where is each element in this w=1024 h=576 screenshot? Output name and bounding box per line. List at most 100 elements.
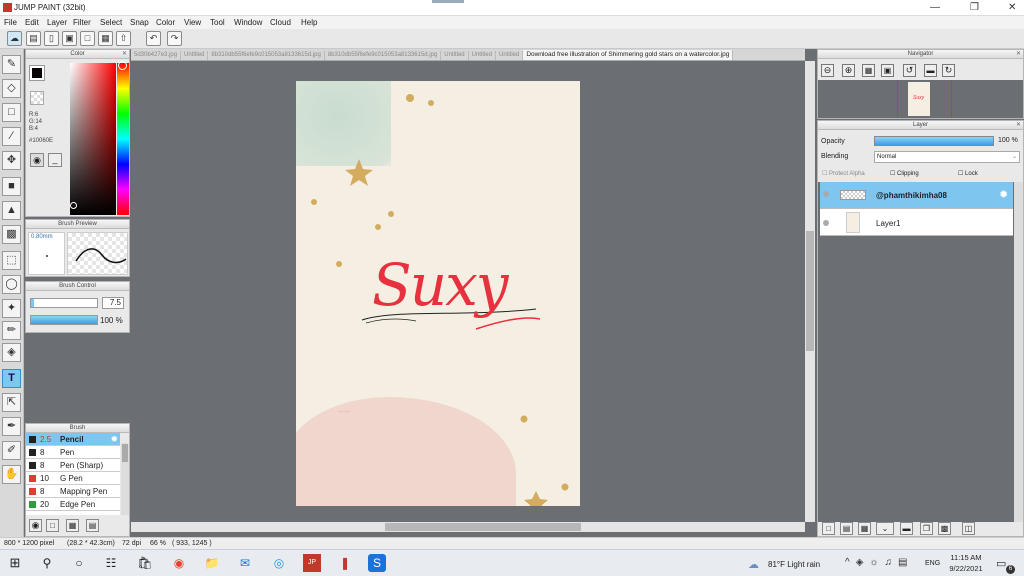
new-raster-layer-icon[interactable]: ▤ [840, 522, 853, 535]
text-tool-icon[interactable]: T [2, 369, 21, 388]
save-icon[interactable]: ▣ [62, 31, 77, 46]
menu-help[interactable]: Help [301, 18, 317, 27]
new-text-layer-icon[interactable]: ▦ [858, 522, 871, 535]
menu-file[interactable]: File [4, 18, 17, 27]
vscroll-thumb[interactable] [806, 231, 814, 351]
eyedropper-tool-icon[interactable]: ✒ [2, 417, 21, 436]
canvas-area[interactable]: ~~~~~~~ Suxy [131, 61, 805, 522]
menu-view[interactable]: View [184, 18, 201, 27]
line-tool-icon[interactable]: ∕ [2, 127, 21, 146]
redo-icon[interactable]: ↷ [167, 31, 182, 46]
document-canvas[interactable]: ~~~~~~~ Suxy [296, 81, 580, 506]
brush-options-icon[interactable]: ◉ [29, 519, 42, 532]
app-taskbar-icon[interactable]: ❚ [336, 554, 354, 572]
jump-paint-taskbar-icon[interactable]: JP [303, 554, 321, 572]
brush-item-pencil[interactable]: 2.5 Pencil ✹ [26, 433, 120, 446]
hue-cursor[interactable] [118, 61, 127, 70]
language-indicator[interactable]: ENG [925, 560, 940, 567]
brush-size-slider[interactable] [30, 298, 98, 308]
notification-icon[interactable]: ▭ [996, 557, 1006, 570]
rect-tool-icon[interactable]: □ [2, 103, 21, 122]
layer-scrollbar[interactable] [1014, 182, 1023, 522]
layer-row[interactable]: Layer1 [820, 209, 1013, 236]
maximize-icon[interactable]: ❐ [970, 2, 979, 13]
visibility-icon[interactable] [823, 220, 829, 226]
menu-edit[interactable]: Edit [25, 18, 39, 27]
brush-add-icon[interactable]: □ [46, 519, 59, 532]
brush-list-scrollbar[interactable] [121, 443, 129, 515]
rotate-right-icon[interactable]: ↻ [942, 64, 955, 77]
doc-tab[interactable]: Untitled [181, 51, 209, 60]
rotate-left-icon[interactable]: ↺ [903, 64, 916, 77]
visibility-icon[interactable] [823, 191, 829, 197]
doc-tab[interactable]: Untitled [469, 51, 496, 60]
search-icon[interactable]: ⚲ [38, 554, 56, 572]
actual-size-icon[interactable]: ▣ [881, 64, 894, 77]
menu-select[interactable]: Select [100, 18, 122, 27]
saturation-value-picker[interactable] [70, 63, 116, 215]
swatch-menu-icon[interactable]: _ [48, 153, 62, 167]
cloud-icon[interactable]: ☁ [7, 31, 22, 46]
task-view-icon[interactable]: ○ [70, 554, 88, 572]
folder-icon[interactable]: ▬ [900, 522, 913, 535]
magic-wand-tool-icon[interactable]: ✦ [2, 299, 21, 318]
panel-close-icon[interactable]: ✕ [122, 50, 127, 58]
brush-size-input[interactable]: 7.5 [102, 297, 124, 309]
widgets-icon[interactable]: ☷ [102, 554, 120, 572]
brush-item-g-pen[interactable]: 10 G Pen [26, 472, 120, 485]
brush-item-mapping-pen[interactable]: 8 Mapping Pen [26, 485, 120, 498]
lasso-tool-icon[interactable]: ◯ [2, 275, 21, 294]
menu-window[interactable]: Window [234, 18, 262, 27]
lock-checkbox[interactable]: ☐ Lock [958, 170, 978, 177]
brush-copy-icon[interactable]: ▦ [66, 519, 79, 532]
store-icon[interactable]: 🛍 [136, 554, 154, 572]
trash-icon[interactable]: ◫ [962, 522, 975, 535]
brush-tool-icon[interactable]: ✎ [2, 55, 21, 74]
open-icon[interactable]: ▯ [44, 31, 59, 46]
layer-settings-icon[interactable]: ✹ [999, 188, 1008, 201]
merge-layer-icon[interactable]: ▩ [938, 522, 951, 535]
layer-row[interactable]: @phamthikimha08 ✹ [820, 182, 1013, 209]
canvas-vertical-scrollbar[interactable] [805, 61, 815, 522]
edge-icon[interactable]: ◎ [270, 554, 288, 572]
menu-cloud[interactable]: Cloud [270, 18, 291, 27]
menu-color[interactable]: Color [156, 18, 175, 27]
skype-icon[interactable]: S [368, 554, 386, 572]
doc-tab-active[interactable]: Download free illustration of Shimmering… [523, 50, 734, 60]
mail-icon[interactable]: ✉ [236, 554, 254, 572]
doc-tab[interactable]: 8b310db55f6efe9c015053a8133615d.jpg [208, 51, 325, 60]
layer-close-icon[interactable]: ✕ [1016, 121, 1021, 129]
system-tray-icons[interactable]: ^◈☼♫▤ [845, 557, 914, 568]
select-eraser-tool-icon[interactable]: ◈ [2, 343, 21, 362]
brush-item-pen-sharp[interactable]: 8 Pen (Sharp) [26, 459, 120, 472]
layer-blending-select[interactable]: Normal ⌄ [874, 151, 1020, 163]
brush-settings-icon[interactable]: ✹ [110, 434, 118, 445]
palette-icon[interactable]: ◉ [30, 153, 44, 167]
bucket-tool-icon[interactable]: ▲ [2, 201, 21, 220]
new-layer-icon[interactable]: □ [822, 522, 835, 535]
fill-rect-tool-icon[interactable]: ■ [2, 177, 21, 196]
eraser-tool-icon[interactable]: ◇ [2, 79, 21, 98]
weather-text[interactable]: 81°F Light rain [768, 560, 820, 569]
doc-tab[interactable]: 5d30b427e3.jpg [131, 51, 182, 60]
layer-opacity-slider[interactable] [874, 136, 994, 146]
brush-item-edge-pen[interactable]: 20 Edge Pen [26, 498, 120, 511]
clipping-checkbox[interactable]: ☐ Clipping [890, 170, 919, 177]
brush-item-pen[interactable]: 8 Pen [26, 446, 120, 459]
fit-window-icon[interactable]: ▦ [862, 64, 875, 77]
zoom-in-icon[interactable]: ⊕ [842, 64, 855, 77]
copy-icon[interactable]: □ [80, 31, 95, 46]
undo-icon[interactable]: ↶ [146, 31, 161, 46]
windows-start-icon[interactable]: ⊞ [6, 554, 24, 572]
transparent-color-swatch[interactable] [30, 91, 44, 105]
sv-cursor[interactable] [70, 202, 77, 209]
duplicate-layer-icon[interactable]: ❐ [920, 522, 933, 535]
export-icon[interactable]: ⇧ [116, 31, 131, 46]
menu-snap[interactable]: Snap [130, 18, 149, 27]
brush-opacity-slider[interactable] [30, 315, 98, 325]
minimize-icon[interactable]: — [930, 2, 940, 13]
menu-filter[interactable]: Filter [73, 18, 91, 27]
canvas-horizontal-scrollbar[interactable] [131, 522, 805, 532]
menu-tool[interactable]: Tool [210, 18, 225, 27]
navigator-close-icon[interactable]: ✕ [1016, 50, 1021, 58]
